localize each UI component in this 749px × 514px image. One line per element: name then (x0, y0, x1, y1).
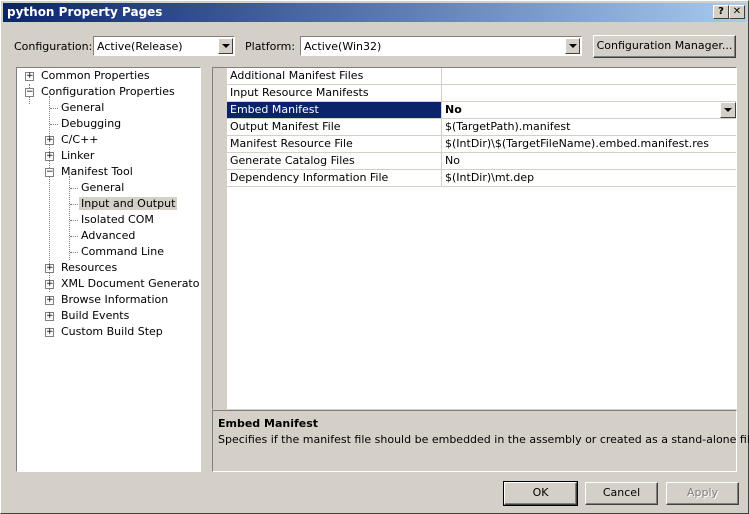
collapse-icon[interactable]: − (45, 168, 54, 177)
expand-icon[interactable]: + (45, 280, 54, 289)
tree-item-manifest-general[interactable]: General (79, 180, 126, 196)
property-row[interactable]: Output Manifest File $(TargetPath).manif… (227, 119, 736, 136)
platform-dropdown[interactable]: Active(Win32) (300, 36, 582, 56)
configuration-dropdown[interactable]: Active(Release) (93, 36, 235, 56)
description-text: Specifies if the manifest file should be… (218, 433, 749, 446)
expand-icon[interactable]: + (45, 296, 54, 305)
tree-item-browse-information[interactable]: Browse Information (59, 292, 170, 308)
description-title: Embed Manifest (218, 417, 319, 430)
property-grid[interactable]: Additional Manifest Files Input Resource… (212, 67, 737, 410)
property-pages-dialog: python Property Pages ? ✕ Configuration:… (0, 0, 749, 514)
tree-item-common-properties[interactable]: Common Properties (39, 68, 152, 84)
ok-button[interactable]: OK (503, 481, 578, 506)
expand-icon[interactable]: + (45, 152, 54, 161)
apply-button[interactable]: Apply (666, 482, 739, 505)
platform-label: Platform: (245, 40, 296, 53)
cancel-button[interactable]: Cancel (585, 482, 658, 505)
property-row[interactable]: Manifest Resource File $(IntDir)\$(Targe… (227, 136, 736, 153)
property-row[interactable]: Dependency Information File $(IntDir)\mt… (227, 170, 736, 187)
property-row[interactable]: Additional Manifest Files (227, 68, 736, 85)
expand-icon[interactable]: + (45, 264, 54, 273)
tree-item-advanced[interactable]: Advanced (79, 228, 137, 244)
title-bar[interactable]: python Property Pages ? ✕ (3, 3, 746, 22)
tree-item-command-line[interactable]: Command Line (79, 244, 166, 260)
tree-item-custom-build-step[interactable]: Custom Build Step (59, 324, 165, 340)
tree-item-manifest-tool[interactable]: Manifest Tool (59, 164, 135, 180)
configuration-label: Configuration: (14, 40, 93, 53)
collapse-icon[interactable]: − (25, 88, 34, 97)
tree-item-debugging[interactable]: Debugging (59, 116, 123, 132)
configuration-manager-button[interactable]: Configuration Manager... (593, 35, 736, 58)
chevron-down-icon[interactable] (218, 38, 233, 54)
chevron-down-icon[interactable] (565, 38, 580, 54)
tree-item-general[interactable]: General (59, 100, 106, 116)
tree-item-isolated-com[interactable]: Isolated COM (79, 212, 156, 228)
description-panel: Embed Manifest Specifies if the manifest… (212, 410, 749, 472)
property-row-selected[interactable]: Embed Manifest No (227, 102, 736, 119)
expand-icon[interactable]: + (45, 136, 54, 145)
expand-icon[interactable]: + (25, 72, 34, 81)
tree-item-build-events[interactable]: Build Events (59, 308, 131, 324)
platform-value: Active(Win32) (304, 40, 382, 53)
tree-item-xml-document-generator[interactable]: XML Document Generator (59, 276, 200, 292)
close-button[interactable]: ✕ (729, 5, 745, 19)
tree-item-c-cpp[interactable]: C/C++ (59, 132, 101, 148)
configuration-value: Active(Release) (97, 40, 183, 53)
expand-icon[interactable]: + (45, 328, 54, 337)
property-tree[interactable]: + Common Properties − Configuration Prop… (16, 67, 201, 472)
window-title: python Property Pages (7, 5, 163, 19)
expand-icon[interactable]: + (45, 312, 54, 321)
tree-item-linker[interactable]: Linker (59, 148, 96, 164)
chevron-down-icon[interactable] (720, 102, 736, 118)
property-row[interactable]: Generate Catalog Files No (227, 153, 736, 170)
tree-item-input-and-output[interactable]: Input and Output (79, 196, 178, 212)
help-button[interactable]: ? (713, 5, 729, 19)
tree-item-configuration-properties[interactable]: Configuration Properties (39, 84, 177, 100)
tree-item-resources[interactable]: Resources (59, 260, 119, 276)
property-row[interactable]: Input Resource Manifests (227, 85, 736, 102)
